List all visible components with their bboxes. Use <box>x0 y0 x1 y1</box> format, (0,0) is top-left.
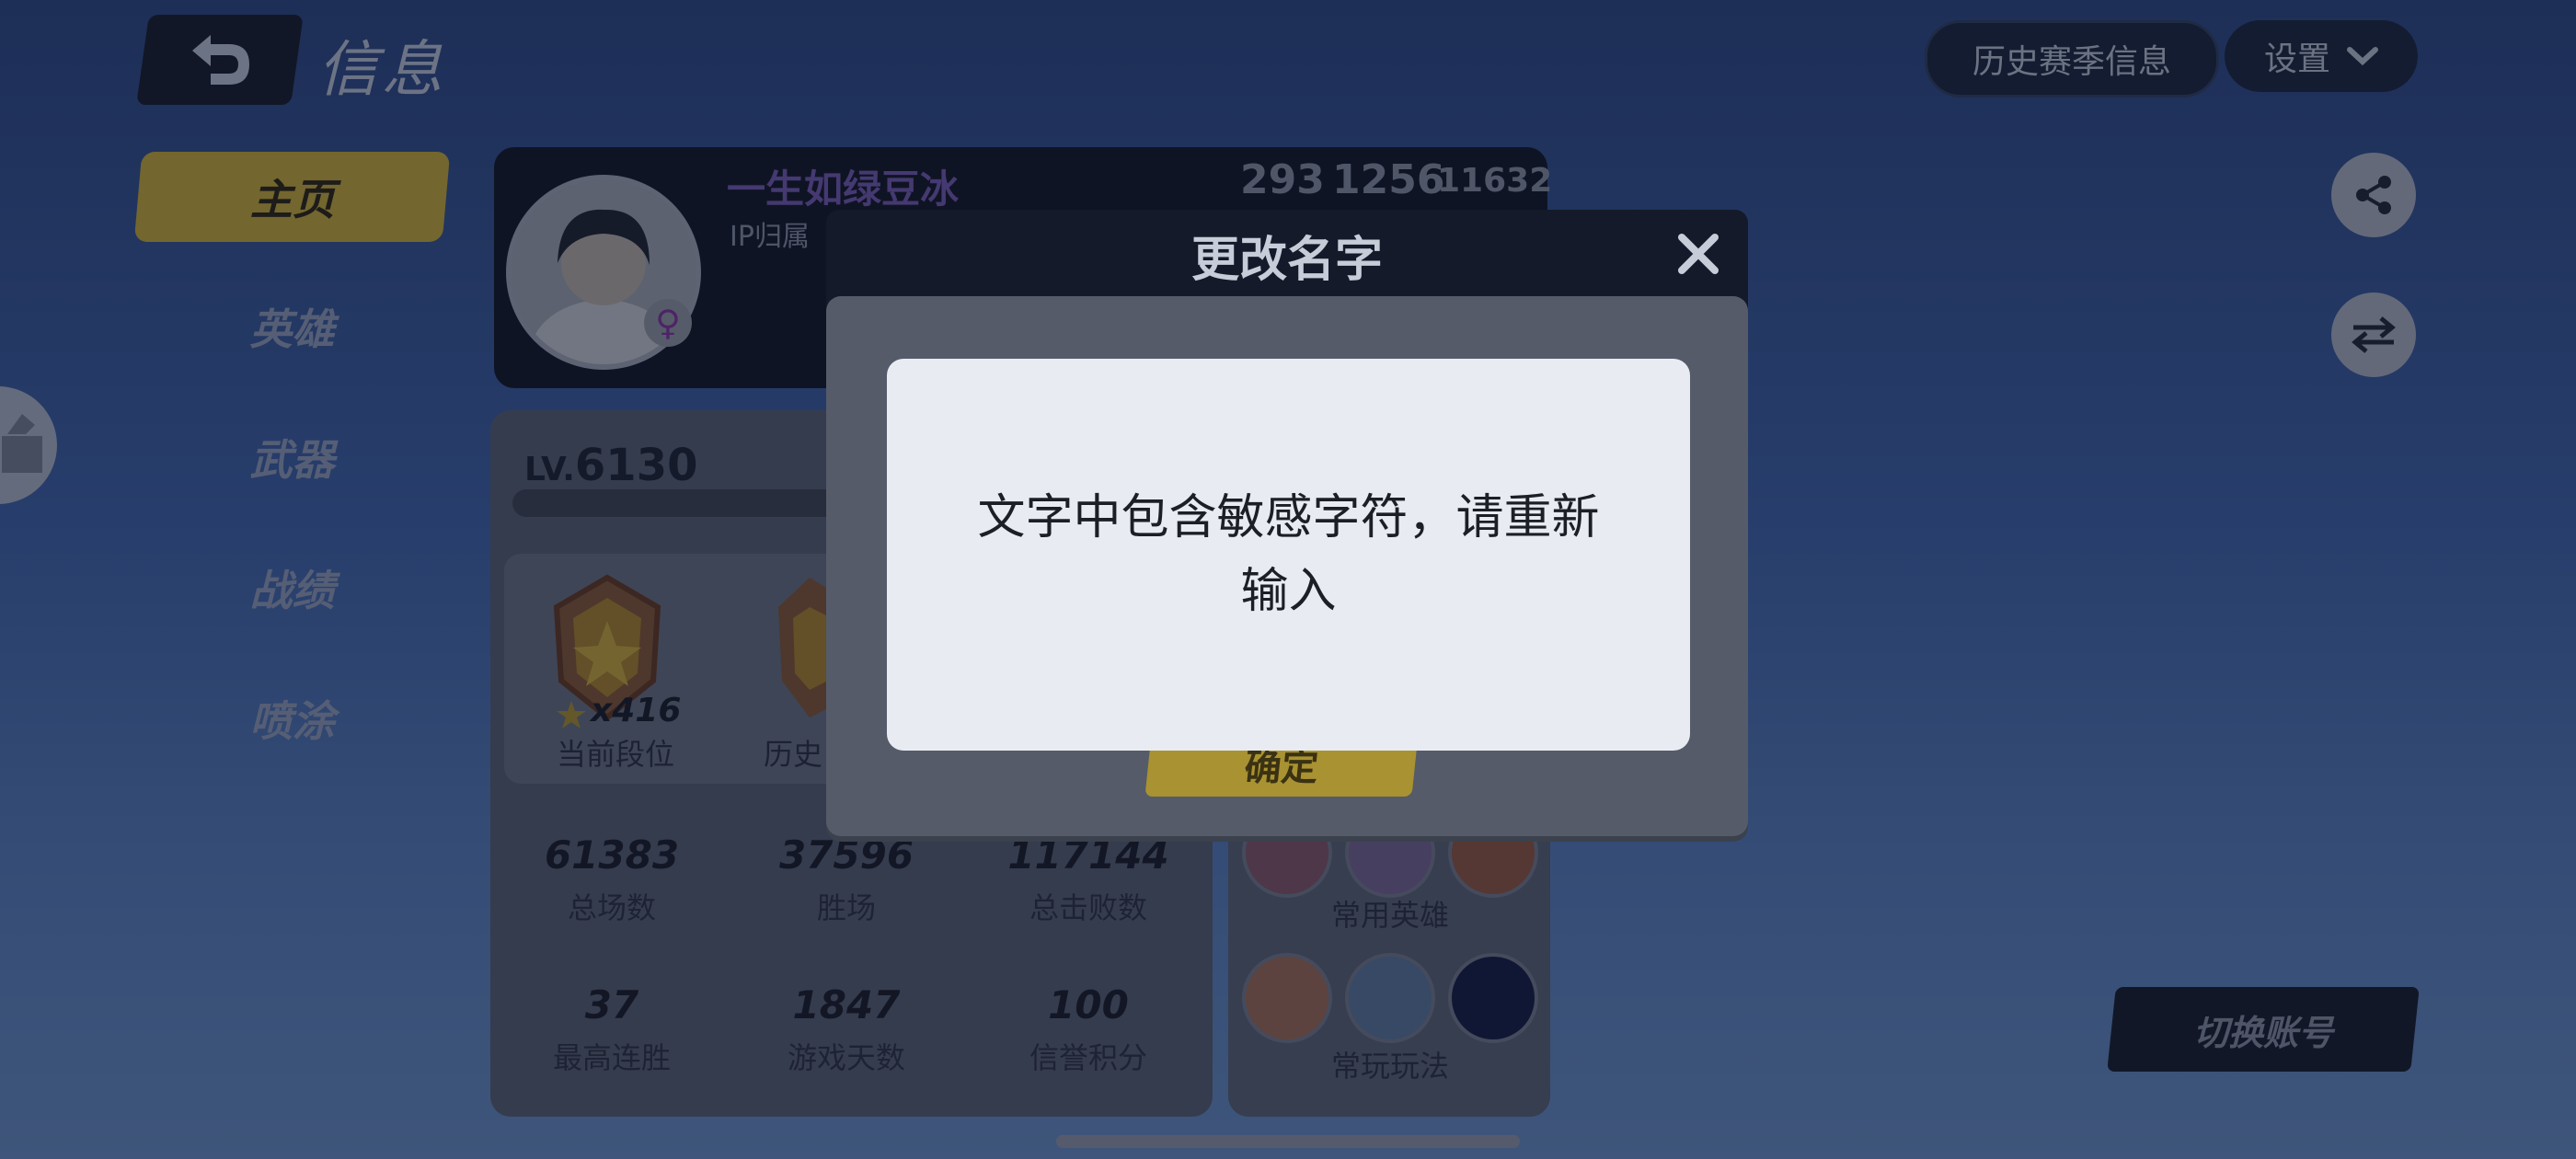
close-icon <box>1678 234 1719 274</box>
rename-dialog-title: 更改名字 <box>1190 233 1383 288</box>
close-button[interactable] <box>1665 221 1731 287</box>
toast-message: 文字中包含敏感字符，请重新输入 <box>977 490 1600 619</box>
error-toast: 文字中包含敏感字符，请重新输入 <box>887 359 1690 751</box>
